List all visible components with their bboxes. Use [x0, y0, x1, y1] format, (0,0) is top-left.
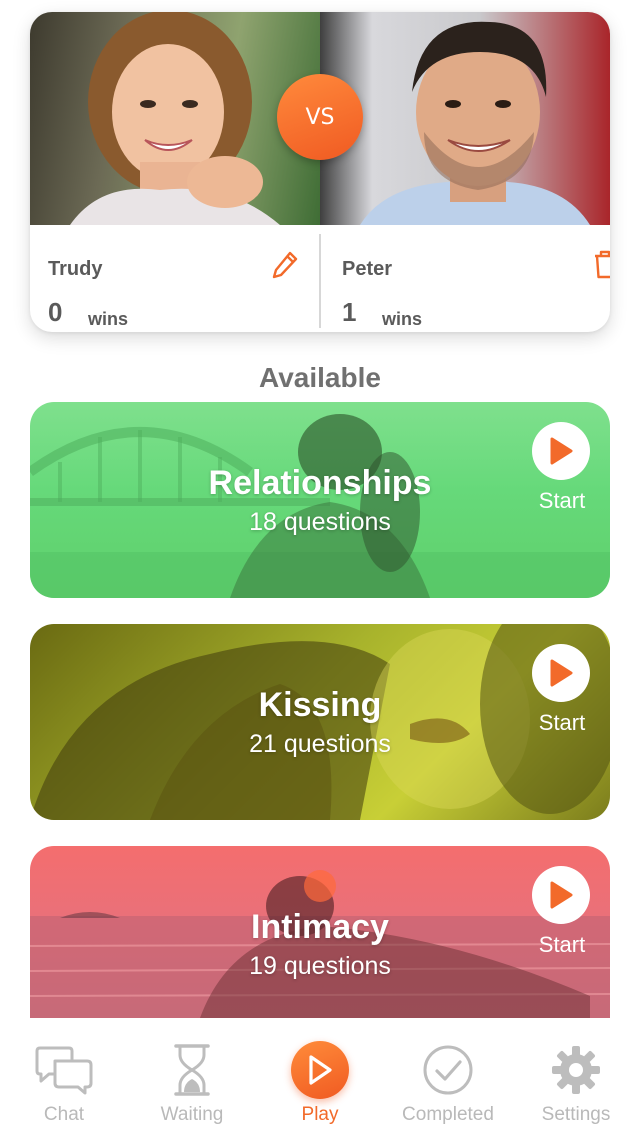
start-button-label[interactable]: Start — [526, 488, 598, 514]
nav-item-settings[interactable]: Settings — [512, 1018, 640, 1138]
player2-info: Peter 1 wins — [320, 225, 610, 332]
topic-card-kissing[interactable]: Kissing 21 questions Start — [30, 624, 610, 820]
topic-question-count: 19 questions — [249, 952, 391, 980]
vs-badge: VS — [277, 74, 363, 160]
start-play-icon[interactable] — [532, 866, 590, 924]
topic-title: Intimacy — [251, 908, 389, 946]
topic-title: Relationships — [208, 464, 432, 502]
nav-label: Settings — [541, 1104, 611, 1125]
topic-card-relationships[interactable]: Relationships 18 questions Start — [30, 402, 610, 598]
topic-card-intimacy[interactable]: Intimacy 19 questions Start — [30, 846, 610, 1018]
bottom-nav: Chat Waiting Play Completed Settings — [0, 1018, 640, 1138]
pencil-icon[interactable] — [270, 250, 300, 280]
versus-card: VS Trudy 0 wins Peter 1 wins — [30, 12, 610, 332]
start-button-label[interactable]: Start — [526, 932, 598, 958]
available-heading: Available — [259, 362, 381, 393]
player2-wins-count: 1 — [342, 297, 357, 327]
nav-item-completed[interactable]: Completed — [384, 1018, 512, 1138]
player2-wins-label: wins — [382, 309, 423, 329]
trash-icon[interactable] — [590, 248, 610, 280]
player2-name: Peter — [342, 258, 393, 280]
player1-info: Trudy 0 wins — [30, 225, 320, 332]
check-circle-icon — [416, 1040, 480, 1100]
nav-item-play[interactable]: Play — [256, 1018, 384, 1138]
gear-icon — [544, 1040, 608, 1100]
play-icon — [288, 1040, 352, 1100]
player1-name: Trudy — [48, 258, 103, 280]
topic-question-count: 18 questions — [249, 508, 391, 536]
nav-item-waiting[interactable]: Waiting — [128, 1018, 256, 1138]
topic-question-count: 21 questions — [249, 730, 391, 758]
start-button-label[interactable]: Start — [526, 710, 598, 736]
nav-label: Waiting — [160, 1104, 224, 1125]
player1-wins-label: wins — [88, 309, 129, 329]
hourglass-icon — [160, 1040, 224, 1100]
chat-icon — [32, 1040, 96, 1100]
nav-item-chat[interactable]: Chat — [0, 1018, 128, 1138]
topic-title: Kissing — [258, 686, 382, 724]
start-play-icon[interactable] — [532, 644, 590, 702]
start-play-icon[interactable] — [532, 422, 590, 480]
player2-photo — [320, 12, 610, 225]
nav-label: Chat — [43, 1104, 85, 1125]
nav-label: Play — [301, 1104, 339, 1125]
player1-wins-count: 0 — [48, 297, 63, 327]
nav-label: Completed — [402, 1104, 494, 1125]
